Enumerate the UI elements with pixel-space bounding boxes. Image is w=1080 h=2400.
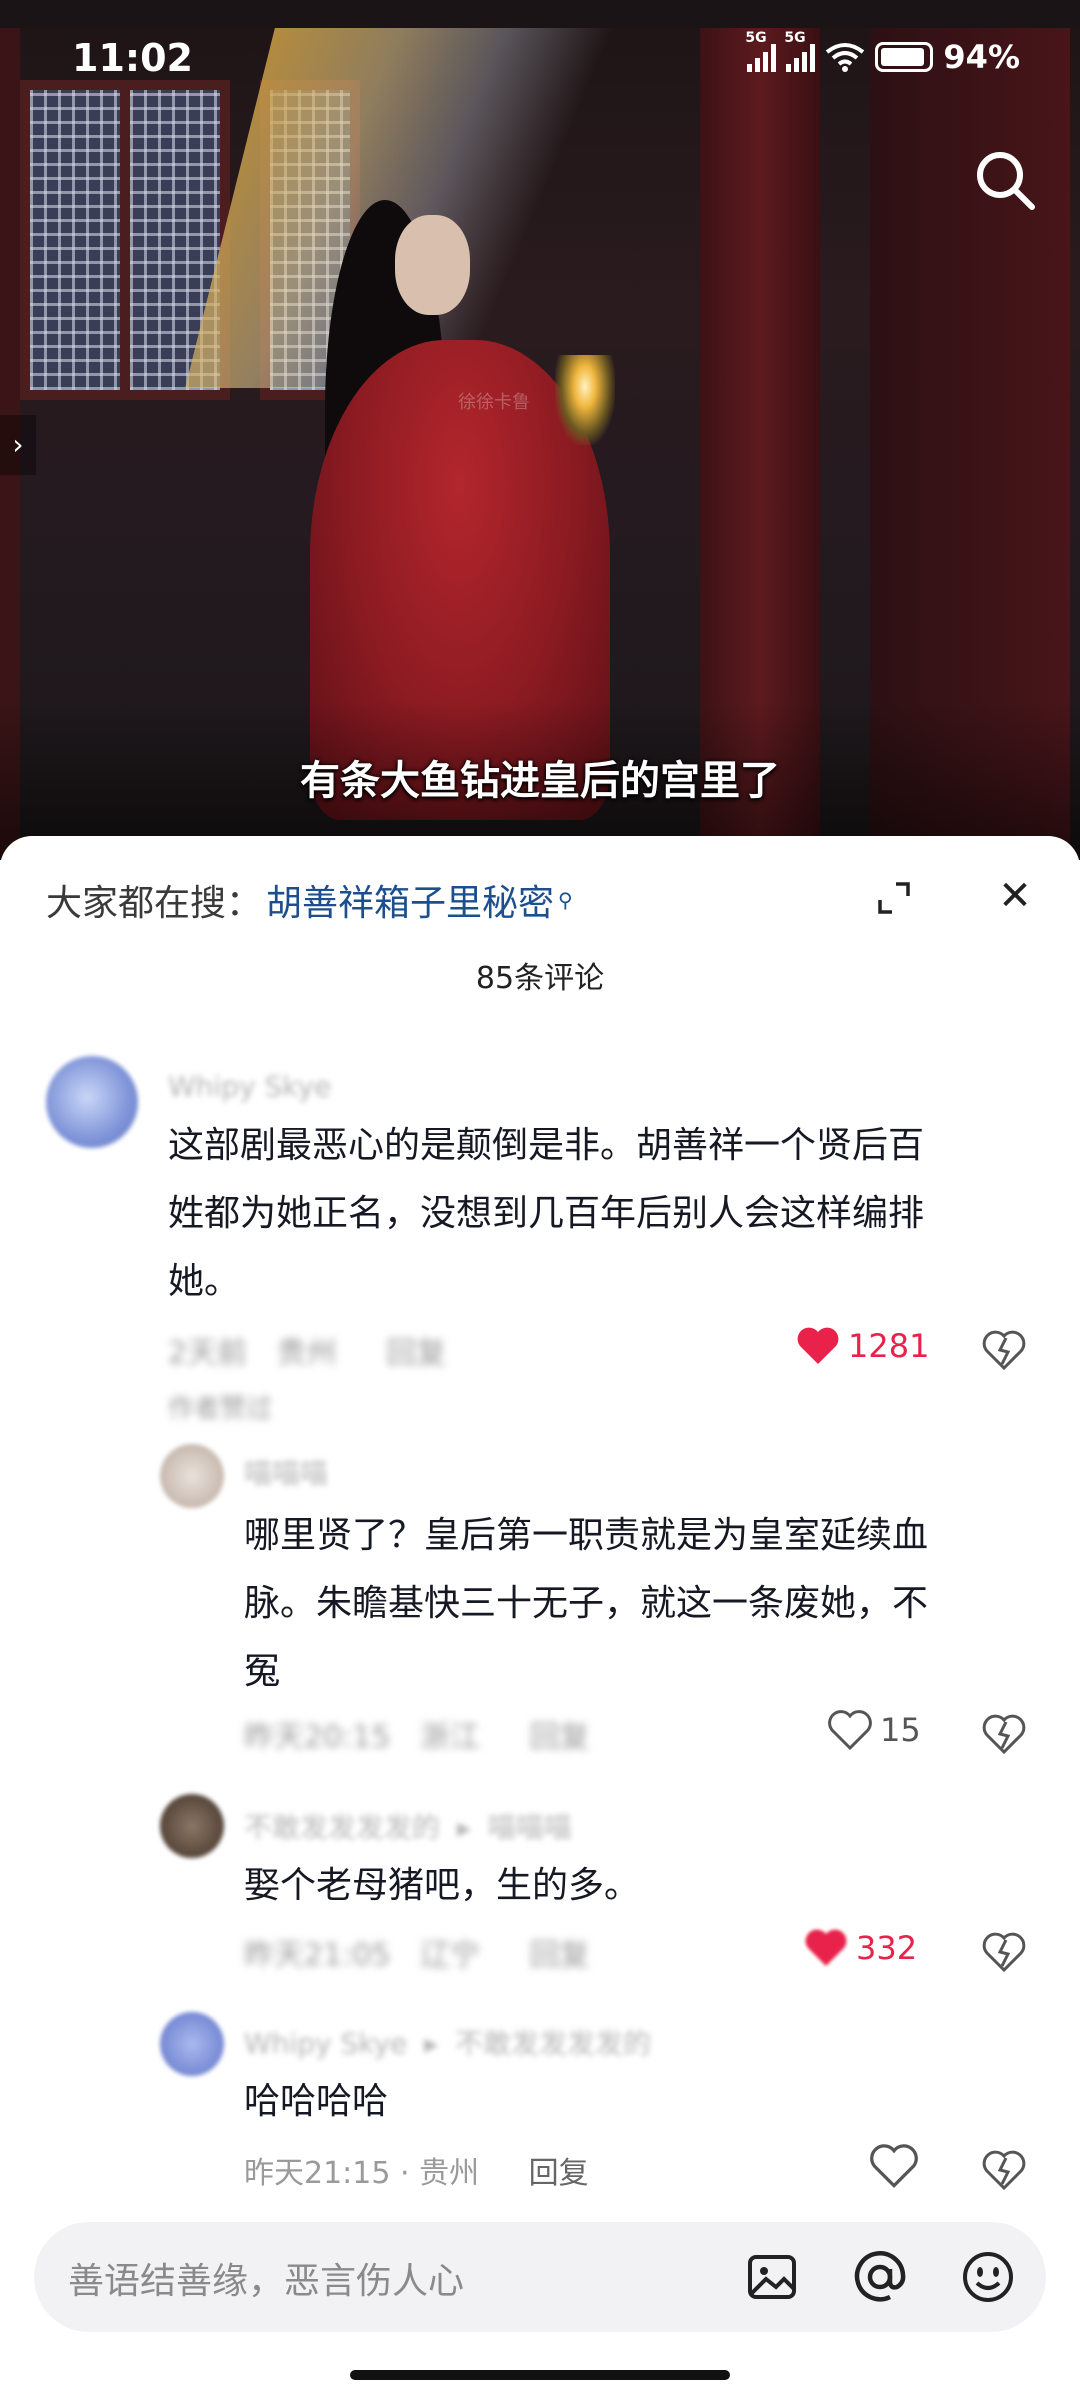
comment-time: 昨天21:15 [244, 2156, 391, 2191]
heart-icon [870, 2144, 918, 2188]
like-button[interactable]: 1281 [796, 1326, 929, 1366]
comment-line: 她。 [168, 1261, 241, 1302]
comment-location: 辽宁 [420, 1938, 481, 1973]
emoji-icon[interactable] [960, 2249, 1016, 2305]
dislike-icon[interactable] [982, 1328, 1026, 1372]
avatar[interactable] [46, 1056, 138, 1148]
comment-time: 2天前 [168, 1336, 248, 1371]
network-type-label: 5G [784, 30, 806, 46]
home-indicator[interactable] [350, 2370, 730, 2380]
comment-input[interactable]: 善语结善缘，恶言伤人心 [34, 2222, 1046, 2332]
dislike-icon[interactable] [982, 1930, 1026, 1974]
commenter-name-text: 不敢发发发发的 [244, 1811, 441, 1844]
dislike-icon[interactable] [982, 1712, 1026, 1756]
trending-keyword[interactable]: 胡善祥箱子里秘密 [266, 874, 554, 926]
video-watermark: 徐徐卡鲁 [458, 392, 530, 413]
status-time: 11:02 [72, 36, 193, 80]
avatar[interactable] [160, 2012, 224, 2076]
comment-line: 娶个老母猪吧，生的多。 [244, 1865, 641, 1906]
heart-icon [797, 1327, 839, 1364]
comment-sheet: 大家都在搜： 胡善祥箱子里秘密 ⚲ ✕ 85条评论 Whipy Skye 这部剧… [0, 836, 1080, 2400]
comment-text: 哈哈哈哈 [244, 2068, 1044, 2136]
comment-text: 娶个老母猪吧，生的多。 [244, 1852, 1044, 1920]
network-type-label: 5G [745, 30, 767, 46]
like-count: 332 [856, 1929, 918, 1967]
status-icons: 5G 5G 94% [745, 30, 1020, 76]
at-icon[interactable] [852, 2249, 908, 2305]
like-count: 15 [880, 1711, 921, 1749]
window-lattice [20, 80, 130, 400]
comment-line: 这部剧最恶心的是颠倒是非。胡善祥一个贤后百 [168, 1125, 925, 1166]
video-player[interactable]: 徐徐卡鲁 11:02 5G 5G 94% › 有条大鱼钻进皇后的宫里了 [0, 0, 1080, 860]
commenter-name[interactable]: 不敢发发发发的 ▸ 喵喵喵 [244, 1806, 572, 1846]
wifi-icon [826, 43, 865, 72]
expand-icon[interactable] [872, 876, 916, 920]
comment-text: 这部剧最恶心的是颠倒是非。胡善祥一个贤后百 姓都为她正名，没想到几百年后别人会这… [168, 1112, 1048, 1316]
comment-time: 昨天20:15 [244, 1720, 391, 1755]
comment-time: 昨天21:05 [244, 1938, 391, 1973]
reply-arrow-icon: ▸ [456, 1811, 471, 1844]
top-edge [0, 0, 1080, 28]
comment-line: 冤 [244, 1651, 281, 1692]
image-icon[interactable] [744, 2249, 800, 2305]
commenter-name[interactable]: Whipy Skye ▸ 不敢发发发发的 [244, 2022, 651, 2062]
comment-meta: 昨天21:05 辽宁 回复 [244, 1930, 590, 1974]
reply-button[interactable]: 回复 [530, 1720, 590, 1755]
battery-icon [875, 42, 934, 72]
dislike-icon[interactable] [982, 2148, 1026, 2192]
reply-to-name: 不敢发发发发的 [455, 2027, 652, 2060]
comment-location: 贵州 [276, 1336, 337, 1371]
signal-icon: 5G [784, 30, 816, 72]
author-liked-tag: 作者赞过 [168, 1394, 273, 1424]
like-button[interactable] [870, 2144, 918, 2188]
commenter-name-text: Whipy Skye [244, 2027, 408, 2060]
comment-line: 哪里贤了？皇后第一职责就是为皇室延续血 [244, 1515, 929, 1556]
reply-button[interactable]: 回复 [529, 2156, 589, 2191]
comment-line: 姓都为她正名，没想到几百年后别人会这样编排 [168, 1193, 925, 1234]
commenter-name[interactable]: 喵喵喵 [244, 1452, 328, 1492]
like-button[interactable]: 332 [804, 1928, 917, 1968]
reply-button[interactable]: 回复 [386, 1336, 446, 1371]
figure-face [395, 215, 470, 315]
comment-location: 浙江 [420, 1720, 481, 1755]
comment-meta: 昨天21:15 · 贵州 回复 [244, 2156, 589, 2191]
reply-button[interactable]: 回复 [530, 1938, 590, 1973]
avatar[interactable] [160, 1794, 224, 1858]
close-icon[interactable]: ✕ [993, 874, 1037, 918]
reply-arrow-icon: ▸ [424, 2027, 439, 2060]
comment-location: 贵州 [419, 2156, 480, 2191]
video-subtitle: 有条大鱼钻进皇后的宫里了 [300, 758, 780, 804]
heart-icon [805, 1929, 847, 1966]
oil-lamp [555, 355, 615, 445]
avatar[interactable] [160, 1444, 224, 1508]
reply-to-name: 喵喵喵 [487, 1811, 572, 1844]
like-button[interactable]: 15 [828, 1710, 921, 1750]
heart-icon [828, 1710, 872, 1750]
trending-label: 大家都在搜： [46, 883, 263, 924]
search-small-icon: ⚲ [558, 888, 573, 912]
comment-line: 哈哈哈哈 [244, 2081, 389, 2122]
signal-icon: 5G [745, 30, 777, 72]
trending-search[interactable]: 大家都在搜： 胡善祥箱子里秘密 ⚲ [46, 874, 573, 926]
comment-meta: 2天前 贵州 回复 [168, 1328, 446, 1372]
comment-input-placeholder: 善语结善缘，恶言伤人心 [68, 2261, 465, 2302]
comment-line: 脉。朱瞻基快三十无子，就这一条废她，不 [244, 1583, 929, 1624]
search-icon[interactable] [970, 145, 1040, 215]
comment-meta: 昨天20:15 浙江 回复 [244, 1712, 590, 1756]
battery-level: 94% [943, 38, 1020, 76]
commenter-name[interactable]: Whipy Skye [168, 1070, 331, 1103]
side-panel-arrow[interactable]: › [0, 415, 36, 475]
comment-count: 85条评论 [475, 961, 605, 996]
like-count: 1281 [848, 1327, 930, 1365]
comment-text: 哪里贤了？皇后第一职责就是为皇室延续血 脉。朱瞻基快三十无子，就这一条废她，不 … [244, 1502, 1044, 1706]
status-bar: 11:02 5G 5G 94% [0, 28, 1080, 88]
